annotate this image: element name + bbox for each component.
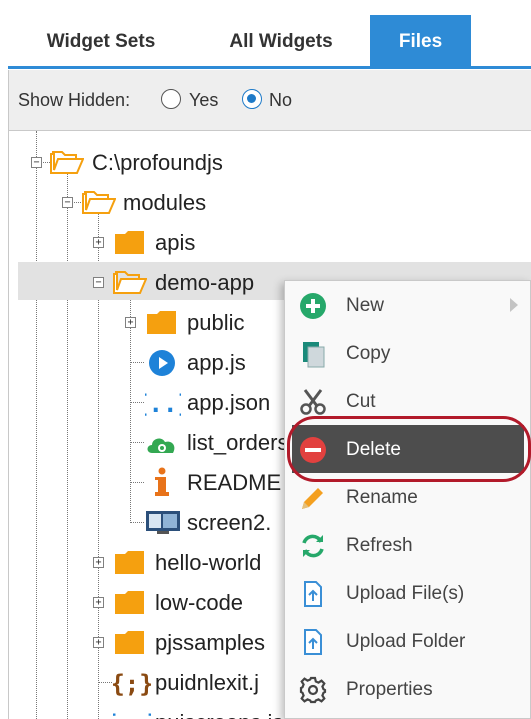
show-hidden-yes-label[interactable]: Yes <box>189 90 218 111</box>
collapse-toggle[interactable]: − <box>31 157 42 168</box>
show-hidden-label: Show Hidden: <box>18 90 131 110</box>
menu-item-cut[interactable]: Cut <box>285 377 531 425</box>
panel-tabs: Widget Sets All Widgets Files <box>8 15 531 69</box>
collapse-toggle[interactable]: − <box>93 277 104 288</box>
tree-label[interactable]: low-code <box>155 590 243 616</box>
refresh-icon <box>302 534 324 558</box>
folder-icon <box>115 631 144 654</box>
tree-label[interactable]: demo-app <box>155 270 254 296</box>
show-hidden-no-label[interactable]: No <box>269 90 292 111</box>
folder-icon <box>115 231 144 254</box>
tab-all-widgets[interactable]: All Widgets <box>194 15 368 66</box>
info-icon <box>155 467 169 496</box>
copy-icon <box>303 342 325 368</box>
menu-item-label[interactable]: Refresh <box>346 535 413 557</box>
menu-item-upload-files[interactable]: Upload File(s) <box>285 569 531 617</box>
expand-toggle[interactable]: + <box>93 597 104 608</box>
svg-text:{..}: {..} <box>113 710 151 719</box>
menu-item-label[interactable]: Upload Folder <box>346 631 465 653</box>
submenu-arrow-icon <box>510 298 518 312</box>
menu-item-label[interactable]: Copy <box>346 343 390 365</box>
folder-icon <box>115 551 144 574</box>
menu-item-new[interactable]: New <box>285 281 531 329</box>
gear-icon <box>299 676 327 704</box>
scissors-icon <box>300 389 326 415</box>
menu-item-rename[interactable]: Rename <box>285 473 531 521</box>
menu-item-delete[interactable]: Delete <box>292 425 524 473</box>
menu-item-label[interactable]: Cut <box>346 391 376 413</box>
minus-circle-icon <box>300 437 326 463</box>
svg-text:{;}: {;} <box>113 670 151 698</box>
menu-item-label[interactable]: Delete <box>346 439 401 461</box>
upload-folder-icon <box>304 629 322 655</box>
menu-item-label[interactable]: Properties <box>346 679 433 701</box>
menu-item-label[interactable]: New <box>346 295 384 317</box>
tree-label[interactable]: pjssamples <box>155 630 265 656</box>
tree-label[interactable]: puidnlexit.j <box>155 670 259 696</box>
pencil-icon <box>302 488 323 509</box>
show-hidden-bar: Show Hidden: Yes No <box>8 70 531 131</box>
tree-label[interactable]: list_orders <box>187 430 288 456</box>
tab-files[interactable]: Files <box>370 15 471 66</box>
tree-label[interactable]: app.js <box>187 350 246 376</box>
expand-toggle[interactable]: + <box>93 557 104 568</box>
menu-item-refresh[interactable]: Refresh <box>285 521 531 569</box>
tree-label[interactable]: public <box>187 310 244 336</box>
svg-text:{..}: {..} <box>145 390 181 418</box>
tree-label[interactable]: apis <box>155 230 195 256</box>
folder-icon <box>147 311 176 334</box>
menu-item-upload-folder[interactable]: Upload Folder <box>285 617 531 665</box>
tree-label[interactable]: C:\profoundjs <box>92 150 223 176</box>
folder-icon <box>115 591 144 614</box>
folder-open-icon <box>113 271 147 294</box>
show-hidden-no-radio[interactable] <box>242 89 262 109</box>
menu-item-properties[interactable]: Properties <box>285 665 531 713</box>
js-braces-icon: {;} <box>113 670 151 698</box>
expand-toggle[interactable]: + <box>93 237 104 248</box>
json-braces-icon: {..} <box>145 390 181 418</box>
expand-toggle[interactable]: + <box>125 317 136 328</box>
menu-item-label[interactable]: Rename <box>346 487 418 509</box>
menu-item-label[interactable]: Upload File(s) <box>346 583 464 605</box>
tree-label[interactable]: app.json <box>187 390 270 416</box>
expand-toggle[interactable]: + <box>93 637 104 648</box>
json-braces-icon: {..} <box>113 710 151 719</box>
monitor-icon <box>146 511 180 534</box>
tree-label[interactable]: screen2. <box>187 510 271 536</box>
tree-label[interactable]: modules <box>123 190 206 216</box>
play-circle-icon <box>149 350 175 376</box>
cloud-gear-icon <box>147 438 175 453</box>
context-menu: New Copy Cut Delete Rename Refresh Uploa… <box>284 280 531 719</box>
tree-row-profoundjs[interactable]: − C:\profoundjs <box>0 143 531 181</box>
show-hidden-yes-radio[interactable] <box>161 89 181 109</box>
menu-item-copy[interactable]: Copy <box>285 329 531 377</box>
folder-open-icon <box>82 191 116 214</box>
tab-widget-sets[interactable]: Widget Sets <box>8 15 194 66</box>
tree-label[interactable]: hello-world <box>155 550 261 576</box>
tree-label[interactable]: README <box>187 470 281 496</box>
tree-row-modules[interactable]: − modules <box>0 183 531 221</box>
collapse-toggle[interactable]: − <box>62 197 73 208</box>
folder-open-icon <box>50 151 84 174</box>
tree-row-apis[interactable]: + apis <box>0 223 531 261</box>
plus-circle-icon <box>300 293 326 319</box>
upload-file-icon <box>304 581 322 607</box>
